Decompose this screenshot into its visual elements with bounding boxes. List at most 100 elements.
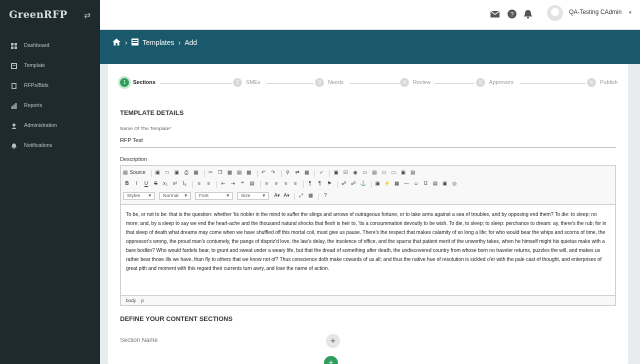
about-icon[interactable]: ? bbox=[321, 192, 329, 200]
new-page-icon[interactable]: □ bbox=[163, 169, 171, 177]
unlink-icon[interactable]: ☍ bbox=[349, 180, 357, 188]
step-approvers[interactable]: 5 Approvers bbox=[476, 78, 514, 87]
template-name-input[interactable]: RFP Test bbox=[120, 138, 143, 144]
editor-content[interactable]: To be, or not to be: that is the questio… bbox=[121, 204, 615, 296]
main-card: 1 Sections 2 SMEs 3 Needs 4 Review 5 App… bbox=[108, 64, 628, 364]
path-element-p[interactable]: p bbox=[141, 298, 144, 303]
form-icon[interactable]: ▣ bbox=[332, 169, 340, 177]
section-name-input[interactable] bbox=[120, 336, 320, 346]
size-label: Size bbox=[241, 193, 251, 199]
smiley-icon[interactable]: ☺ bbox=[412, 180, 420, 188]
step-review[interactable]: 4 Review bbox=[400, 78, 431, 87]
path-element-body[interactable]: body bbox=[126, 298, 136, 303]
add-green-button[interactable]: + bbox=[324, 356, 338, 364]
format-dropdown[interactable]: Normal ▾ bbox=[159, 192, 191, 200]
checkbox-icon[interactable]: ☑ bbox=[342, 169, 350, 177]
div-container-icon[interactable]: ▤ bbox=[248, 180, 256, 188]
align-right-icon[interactable]: ≡ bbox=[282, 180, 290, 188]
bell-icon[interactable] bbox=[523, 9, 533, 19]
sidebar-item-reports[interactable]: Reports bbox=[0, 96, 100, 116]
clear-format-icon[interactable]: Iₐ bbox=[181, 180, 189, 188]
size-dropdown[interactable]: Size ▾ bbox=[237, 192, 269, 200]
breadcrumb-templates[interactable]: Templates bbox=[142, 40, 174, 47]
language-icon[interactable]: ⚑ bbox=[325, 180, 333, 188]
sidebar-item-notifications[interactable]: Notifications bbox=[0, 136, 100, 156]
strikethrough-icon[interactable]: S bbox=[152, 180, 160, 188]
step-needs[interactable]: 3 Needs bbox=[315, 78, 344, 87]
textarea-icon[interactable]: ▤ bbox=[370, 169, 378, 177]
help-icon[interactable]: ? bbox=[507, 9, 517, 19]
styles-dropdown[interactable]: Styles ▾ bbox=[123, 192, 155, 200]
templates-icon[interactable]: ▦ bbox=[192, 169, 200, 177]
outdent-icon[interactable]: ⇤ bbox=[219, 180, 227, 188]
table-icon[interactable]: ▦ bbox=[393, 180, 401, 188]
italic-icon[interactable]: I bbox=[133, 180, 141, 188]
underline-icon[interactable]: U bbox=[142, 180, 150, 188]
indent-icon[interactable]: ⇥ bbox=[229, 180, 237, 188]
select-all-icon[interactable]: ▦ bbox=[303, 169, 311, 177]
chevron-down-icon[interactable]: ▾ bbox=[629, 10, 632, 16]
textfield-icon[interactable]: ▭ bbox=[361, 169, 369, 177]
paste-icon[interactable]: ▩ bbox=[226, 169, 234, 177]
step-smes[interactable]: 2 SMEs bbox=[233, 78, 260, 87]
source-button[interactable]: ▤ Source bbox=[123, 170, 146, 176]
avatar[interactable] bbox=[547, 5, 563, 21]
select-field-icon[interactable]: ▭ bbox=[380, 169, 388, 177]
align-center-icon[interactable]: ≡ bbox=[272, 180, 280, 188]
step-sections[interactable]: 1 Sections bbox=[120, 78, 155, 87]
add-section-button[interactable]: + bbox=[326, 334, 340, 348]
find-icon[interactable]: ⚲ bbox=[284, 169, 292, 177]
sidebar-item-template[interactable]: Template bbox=[0, 56, 100, 76]
redo-icon[interactable]: ↷ bbox=[269, 169, 277, 177]
bg-color-icon[interactable]: A▾ bbox=[283, 192, 291, 200]
preview-icon[interactable]: ▣ bbox=[173, 169, 181, 177]
button-field-icon[interactable]: ▭ bbox=[390, 169, 398, 177]
subscript-icon[interactable]: x₂ bbox=[161, 180, 169, 188]
user-name[interactable]: QA-Testing CAdmin bbox=[569, 10, 622, 16]
font-dropdown[interactable]: Font ▾ bbox=[195, 192, 233, 200]
rtl-icon[interactable]: ¶ bbox=[316, 180, 324, 188]
mail-icon[interactable] bbox=[490, 9, 500, 19]
horizontal-line-icon[interactable]: — bbox=[402, 180, 410, 188]
text-color-icon[interactable]: A▾ bbox=[273, 192, 281, 200]
special-char-icon[interactable]: Ω bbox=[422, 180, 430, 188]
superscript-icon[interactable]: x² bbox=[171, 180, 179, 188]
sidebar-item-administration[interactable]: Administration bbox=[0, 116, 100, 136]
home-icon[interactable] bbox=[112, 38, 121, 48]
page-break-icon[interactable]: ▤ bbox=[431, 180, 439, 188]
align-left-icon[interactable]: ≡ bbox=[263, 180, 271, 188]
step-connector bbox=[350, 83, 400, 84]
numbered-list-icon[interactable]: ≡ bbox=[195, 180, 203, 188]
collapse-sidebar-icon[interactable]: ⇄ bbox=[84, 11, 91, 20]
bulleted-list-icon[interactable]: ≡ bbox=[205, 180, 213, 188]
justify-icon[interactable]: ≡ bbox=[292, 180, 300, 188]
toolbar-separator bbox=[370, 180, 372, 188]
save-icon[interactable]: ▣ bbox=[154, 169, 162, 177]
maximize-icon[interactable]: ⤢ bbox=[297, 192, 305, 200]
sidebar-item-label: Reports bbox=[24, 103, 43, 109]
undo-icon[interactable]: ↶ bbox=[260, 169, 268, 177]
link-icon[interactable]: ☍ bbox=[340, 180, 348, 188]
anchor-icon[interactable]: ⚓ bbox=[359, 180, 367, 188]
spellcheck-icon[interactable]: ✓ bbox=[317, 169, 325, 177]
print-icon[interactable]: ⎙ bbox=[182, 169, 190, 177]
globe-icon[interactable]: ◎ bbox=[450, 180, 458, 188]
image-icon[interactable]: ▣ bbox=[374, 180, 382, 188]
step-publish[interactable]: 6 Publish bbox=[587, 78, 618, 87]
paste-word-icon[interactable]: ▩ bbox=[245, 169, 253, 177]
bold-icon[interactable]: B bbox=[123, 180, 131, 188]
paste-text-icon[interactable]: ▤ bbox=[235, 169, 243, 177]
replace-icon[interactable]: ⇄ bbox=[293, 169, 301, 177]
ltr-icon[interactable]: ¶ bbox=[306, 180, 314, 188]
blockquote-icon[interactable]: ❝ bbox=[239, 180, 247, 188]
sidebar-item-rfps-bids[interactable]: RFPs/Bids bbox=[0, 76, 100, 96]
cut-icon[interactable]: ✂ bbox=[207, 169, 215, 177]
image-button-icon[interactable]: ▣ bbox=[399, 169, 407, 177]
hidden-field-icon[interactable]: ▤ bbox=[409, 169, 417, 177]
copy-icon[interactable]: ❐ bbox=[216, 169, 224, 177]
show-blocks-icon[interactable]: ▦ bbox=[307, 192, 315, 200]
iframe-icon[interactable]: ▣ bbox=[441, 180, 449, 188]
radio-icon[interactable]: ◉ bbox=[351, 169, 359, 177]
flash-icon[interactable]: ⚡ bbox=[383, 180, 391, 188]
sidebar-item-dashboard[interactable]: Dashboard bbox=[0, 36, 100, 56]
